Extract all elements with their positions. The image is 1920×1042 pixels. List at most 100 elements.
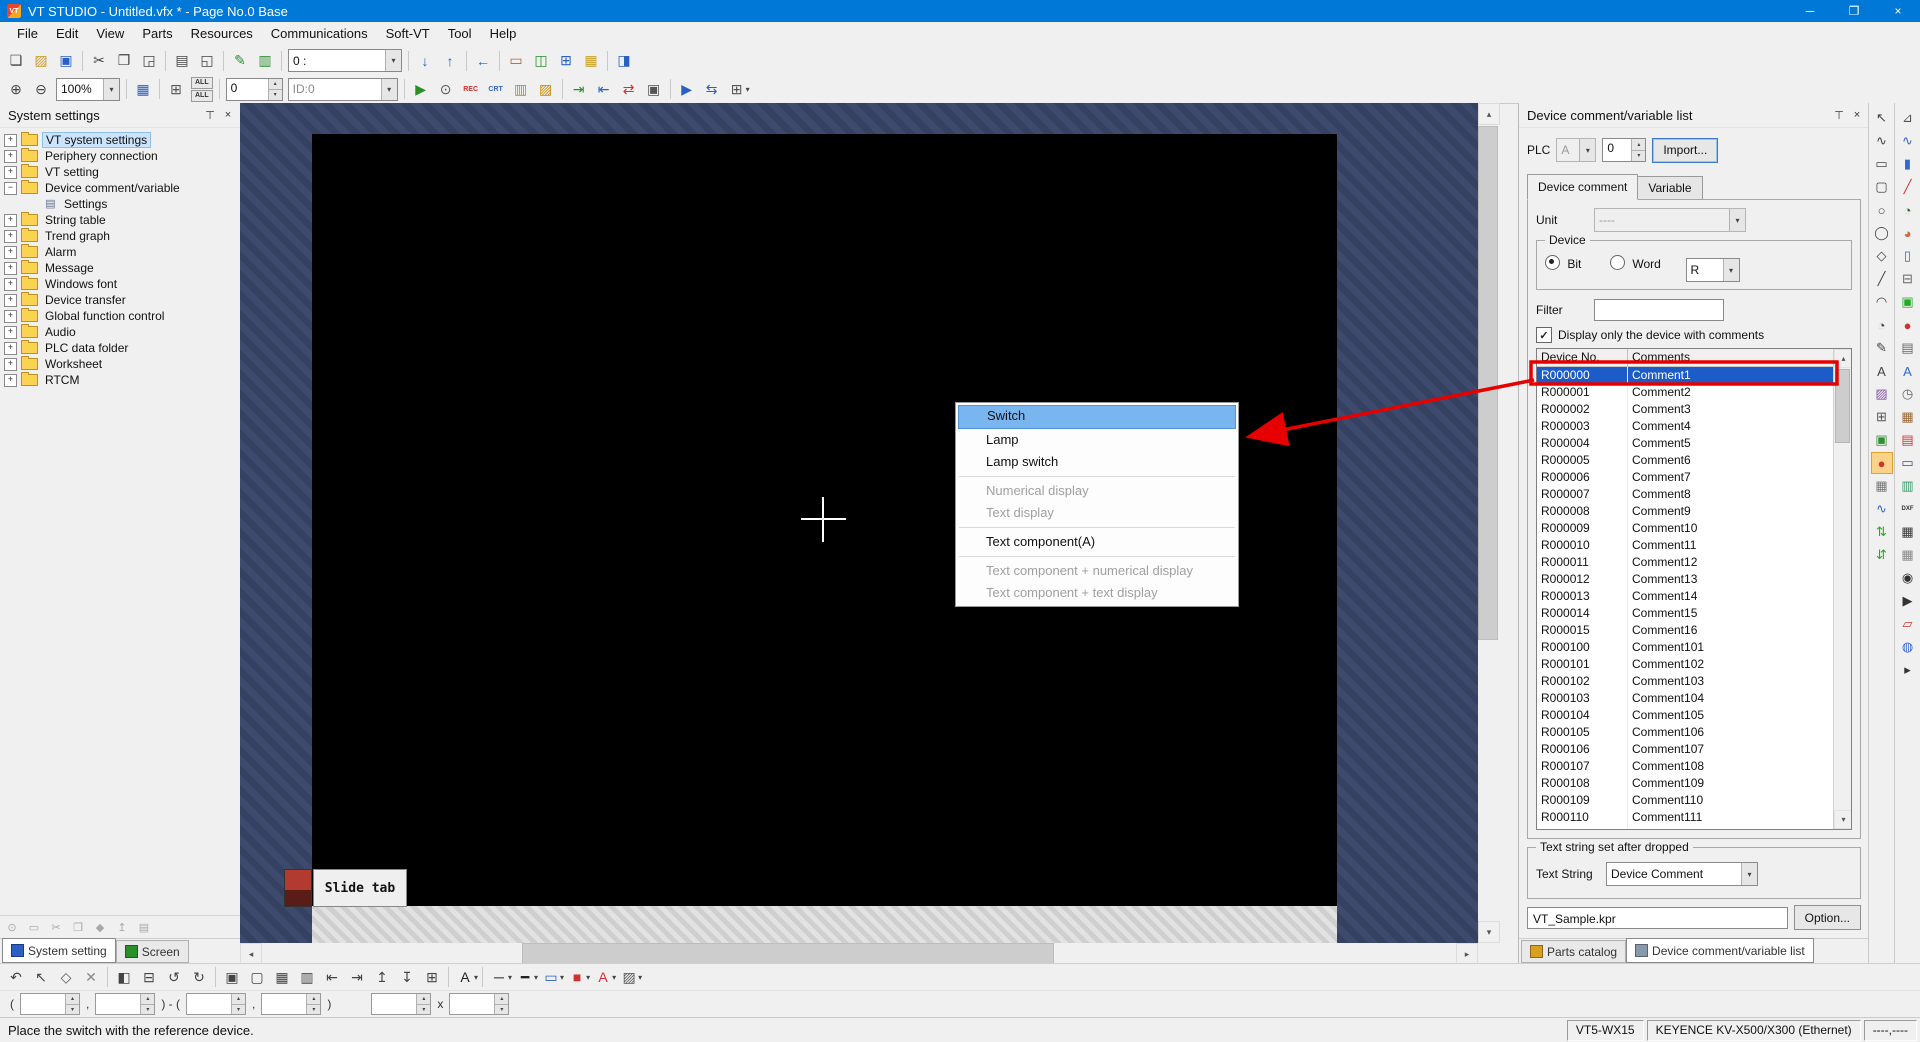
x1-field[interactable]: ▴▾ [20,993,80,1015]
grid-icon[interactable]: ▦ [131,77,155,101]
collapse-icon[interactable]: − [4,182,17,195]
table-row[interactable]: R000106Comment107 [1537,741,1834,758]
circle-tool-icon[interactable]: ○ [1871,199,1893,221]
lamp-icon[interactable]: ● [1897,314,1919,336]
table-part-icon[interactable]: ▦ [1897,521,1919,543]
restore-button[interactable]: ❐ [1832,0,1876,22]
find-part-icon[interactable]: ⊙ [434,77,458,101]
spin-up-icon[interactable]: ▴ [1632,139,1645,150]
expand-icon[interactable]: + [4,358,17,371]
part-id-combo[interactable]: ID:0▾ [288,78,398,101]
prev-page-icon[interactable]: ↑ [438,49,462,73]
select-tool-icon[interactable]: ↖ [1871,107,1893,129]
tab-screen[interactable]: Screen [116,940,189,963]
spin-up-icon[interactable]: ▴ [495,994,508,1004]
plc-station-stepper[interactable]: 0 ▴ ▾ [1602,138,1646,162]
global-window-icon[interactable]: ⊞ [554,49,578,73]
expand-icon[interactable]: + [4,310,17,323]
tree-item-device-comment-variable[interactable]: −Device comment/variable [0,180,240,196]
print-icon[interactable]: ▤ [170,49,194,73]
tree-item-settings[interactable]: ▤Settings [0,196,240,212]
tab-parts-catalog[interactable]: Parts catalog [1521,940,1626,963]
align-right-icon[interactable]: ⇥ [345,965,369,989]
tree-item-trend-graph[interactable]: +Trend graph [0,228,240,244]
simulator-icon[interactable]: ▶ [675,77,699,101]
recipe-icon[interactable]: ▥ [1897,475,1919,497]
minimize-button[interactable]: ─ [1788,0,1832,22]
new-icon[interactable]: ❏ [4,49,28,73]
table-row[interactable]: R000013Comment14 [1537,588,1834,605]
new-page-icon[interactable]: ▭ [24,918,44,936]
table-row[interactable]: R000003Comment4 [1537,418,1834,435]
table-row[interactable]: R000011Comment12 [1537,554,1834,571]
tree-item-windows-font[interactable]: +Windows font [0,276,240,292]
select-icon[interactable]: ↖ [29,965,53,989]
list-view-icon[interactable]: ▤ [134,918,154,936]
table-row[interactable]: R000102Comment103 [1537,673,1834,690]
menu-tool[interactable]: Tool [439,22,481,46]
option-button[interactable]: Option... [1794,905,1861,930]
plc-select[interactable]: A ▾ [1556,138,1596,162]
vertical-scrollbar[interactable]: ▴ ▾ [1478,103,1498,943]
expand-icon[interactable]: + [4,342,17,355]
spin-down-icon[interactable]: ▾ [495,1004,508,1015]
tree-item-rtcm[interactable]: +RTCM [0,372,240,388]
sector-tool-icon[interactable]: ◔ [1871,314,1893,336]
jump-icon[interactable]: ◆ [90,918,110,936]
tank-icon[interactable]: ▯ [1897,245,1919,267]
layer-stepper[interactable]: 0▴▾ [226,78,283,101]
context-menu-item-switch[interactable]: Switch [958,405,1236,429]
line-tool-icon[interactable]: ╱ [1871,268,1893,290]
expand-icon[interactable]: + [4,374,17,387]
spin-down-icon[interactable]: ▾ [1632,150,1645,162]
arc-tool-icon[interactable]: ◠ [1871,291,1893,313]
camera-part-icon[interactable]: ◉ [1897,567,1919,589]
tab-system-setting[interactable]: System setting [2,938,116,963]
option-folder-icon[interactable]: ▨ [534,77,558,101]
tree-item-alarm[interactable]: +Alarm [0,244,240,260]
tree-item-global-function-control[interactable]: +Global function control [0,308,240,324]
font-icon[interactable]: A▾ [453,965,478,989]
menu-view[interactable]: View [87,22,133,46]
slide-tab-part-icon[interactable] [284,869,312,907]
ellipse-tool-icon[interactable]: ◯ [1871,222,1893,244]
table-row[interactable]: R000104Comment105 [1537,707,1834,724]
close-icon[interactable]: × [220,107,236,123]
pin-icon[interactable]: ⊤ [202,107,218,123]
open-icon[interactable]: ▨ [29,49,53,73]
scroll-left-icon[interactable]: ◂ [240,943,262,965]
switch-part-icon[interactable]: ▣ [1871,429,1893,451]
undo-icon[interactable]: ↶ [4,965,28,989]
scroll-up-icon[interactable]: ▴ [1834,349,1852,368]
select-all-parts-button[interactable]: ALL [191,77,213,89]
transfer-down-part-icon[interactable]: ⇵ [1871,544,1893,566]
crt-setting-icon[interactable]: CRT [484,77,508,101]
tree-item-audio[interactable]: +Audio [0,324,240,340]
cut-page-icon[interactable]: ✂ [46,918,66,936]
text-tool-icon[interactable]: A [1871,360,1893,382]
table-row[interactable]: R000012Comment13 [1537,571,1834,588]
expand-icon[interactable]: + [4,278,17,291]
expand-icon[interactable]: + [4,166,17,179]
keyboard-part-icon[interactable]: ▦ [1897,544,1919,566]
bring-to-front-icon[interactable]: ▣ [220,965,244,989]
zoom-tool-icon[interactable]: ⊙ [2,918,22,936]
trend-graph-icon[interactable]: ∿ [1897,130,1919,152]
table-row[interactable]: R000103Comment104 [1537,690,1834,707]
context-menu-item-text-component-a[interactable]: Text component(A) [958,531,1236,553]
tree-item-vt-system-settings[interactable]: +VT system settings [0,132,240,148]
paste-icon[interactable]: ◲ [137,49,161,73]
alarm-list-icon[interactable]: ▤ [1897,429,1919,451]
screen-editor-icon[interactable]: ✎ [228,49,252,73]
col-comments[interactable]: Comments [1628,349,1834,366]
print-preview-icon[interactable]: ◱ [195,49,219,73]
text-string-select[interactable]: Device Comment ▾ [1606,862,1758,886]
menu-parts[interactable]: Parts [133,22,181,46]
width-field[interactable]: ▴▾ [371,993,431,1015]
zoom-level-combo[interactable]: 100%▾ [56,78,120,101]
window-screen-icon[interactable]: ◫ [529,49,553,73]
lamp-part-icon[interactable]: ● [1871,452,1893,474]
tree-item-vt-setting[interactable]: +VT setting [0,164,240,180]
graph-part-icon[interactable]: ∿ [1871,498,1893,520]
copy-icon[interactable]: ❐ [112,49,136,73]
